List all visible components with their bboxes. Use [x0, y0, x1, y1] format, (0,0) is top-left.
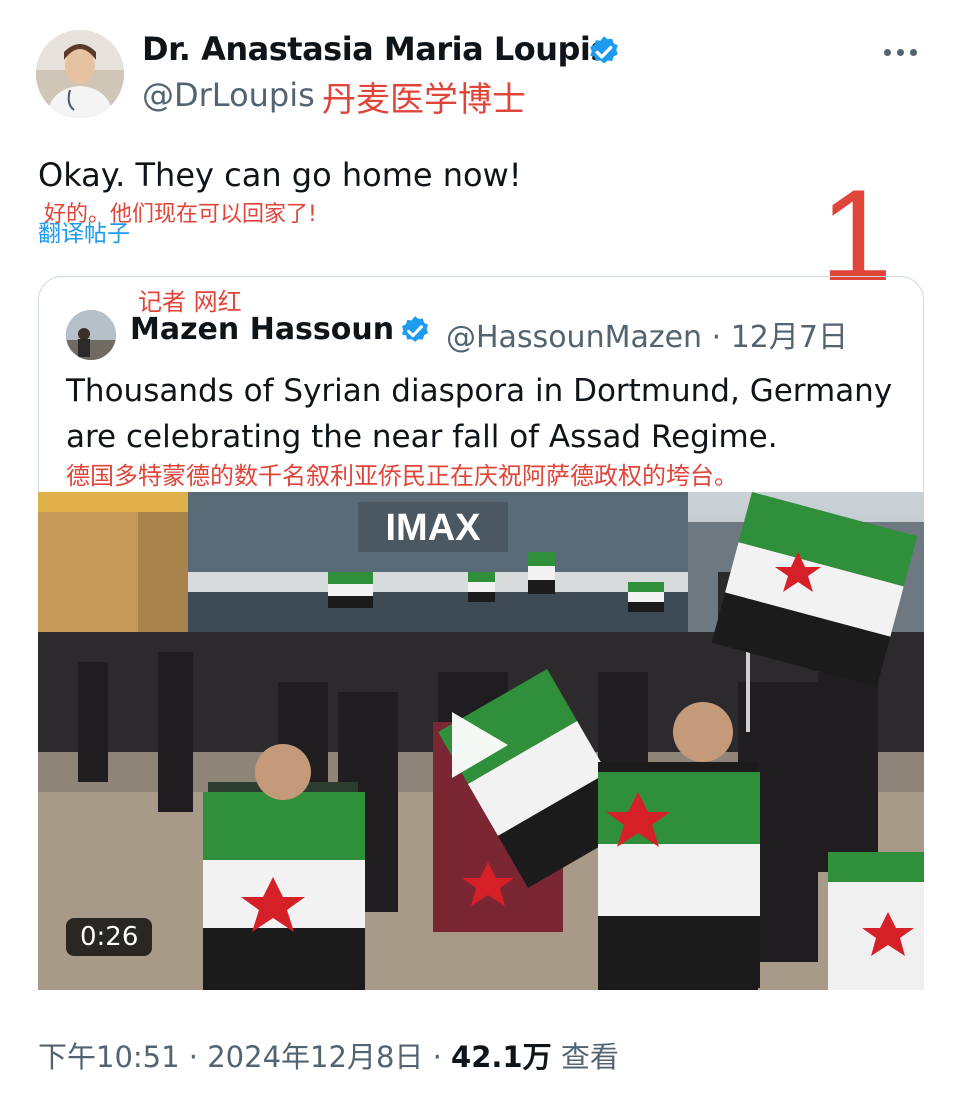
play-icon[interactable] — [430, 700, 520, 790]
quote-meta: @HassounMazen · 12月7日 — [446, 312, 848, 356]
post-date[interactable]: 2024年12月8日 — [207, 1040, 423, 1074]
translate-post-link[interactable]: 翻译帖子 — [38, 214, 130, 248]
author-avatar[interactable] — [36, 30, 124, 118]
tweet-timestamp: 下午10:51 · 2024年12月8日 · 42.1万 查看 — [38, 1034, 619, 1076]
imax-sign: IMAX — [386, 507, 482, 549]
author-name[interactable]: Dr. Anastasia Maria Loupis — [142, 30, 609, 68]
verified-badge-icon — [590, 36, 618, 64]
quote-author-handle[interactable]: @HassounMazen — [446, 320, 702, 355]
quote-text: Thousands of Syrian diaspora in Dortmund… — [66, 373, 893, 455]
views-count: 42.1万 — [451, 1040, 552, 1074]
author-annotation: 丹麦医学博士 — [322, 80, 526, 120]
post-time[interactable]: 下午10:51 — [38, 1040, 180, 1074]
quote-author-name[interactable]: Mazen Hassoun — [130, 312, 394, 347]
video-duration: 0:26 — [66, 918, 153, 956]
more-icon[interactable] — [884, 40, 924, 64]
separator: · — [179, 1040, 208, 1074]
separator: · — [702, 320, 731, 355]
quote-date[interactable]: 12月7日 — [731, 320, 848, 355]
quote-author-avatar[interactable] — [66, 310, 116, 360]
verified-badge-icon — [401, 316, 429, 342]
separator: · — [423, 1040, 452, 1074]
quote-translation-annotation: 德国多特蒙德的数千名叙利亚侨民正在庆祝阿萨德政权的垮台。 — [66, 462, 738, 490]
views-label: 查看 — [560, 1040, 619, 1074]
author-handle[interactable]: @DrLoupis — [142, 76, 315, 114]
tweet-text: Okay. They can go home now! — [38, 156, 522, 194]
